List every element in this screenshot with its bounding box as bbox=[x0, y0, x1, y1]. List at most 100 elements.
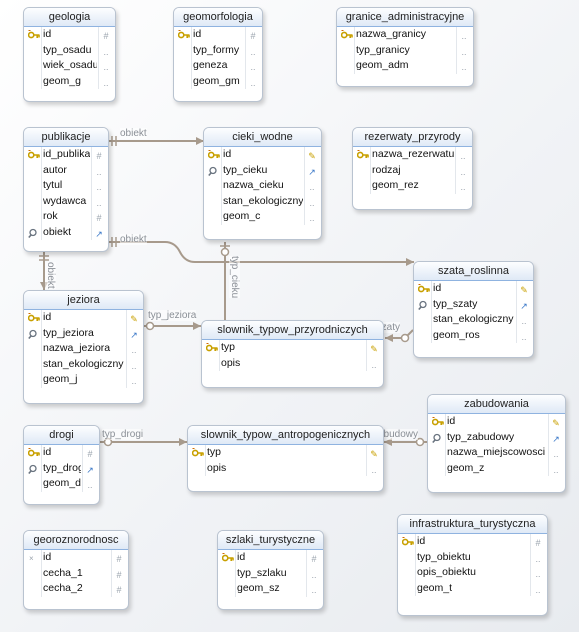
entity-title[interactable]: slownik_typow_przyrodniczych bbox=[202, 321, 383, 340]
entity-title[interactable]: geologia bbox=[24, 8, 115, 27]
column-row[interactable]: typ_zabudowy ↗ bbox=[428, 430, 565, 446]
entity-title[interactable]: szata_roslinna bbox=[414, 262, 533, 281]
column-row[interactable]: typ_szaty ↗ bbox=[414, 297, 533, 313]
column-name: geneza bbox=[193, 59, 228, 71]
column-name: rodzaj bbox=[372, 163, 401, 176]
column-list: id_publikacji#autor..tytul..wydawca..rok… bbox=[24, 147, 108, 240]
entity-title[interactable]: rezerwaty_przyrody bbox=[353, 128, 472, 147]
column-row[interactable]: typ_formy.. bbox=[174, 43, 262, 59]
column-row[interactable]: wiek_osadu.. bbox=[24, 58, 115, 74]
column-row[interactable]: geom_d.. bbox=[24, 476, 99, 492]
column-row[interactable]: obiekt ↗ bbox=[24, 225, 108, 241]
column-row[interactable]: id # bbox=[24, 27, 115, 43]
entity-title[interactable]: geomorfologia bbox=[174, 8, 262, 27]
column-row[interactable]: typ_granicy.. bbox=[337, 43, 473, 59]
entity-title[interactable]: jeziora bbox=[24, 291, 143, 310]
column-name: id bbox=[223, 148, 232, 160]
column-row[interactable]: geom_g.. bbox=[24, 74, 115, 90]
entity-szata-roslinna[interactable]: szata_roslinna id ✎ typ_szaty ↗ stan_ekologic… bbox=[413, 261, 534, 358]
column-row[interactable]: stan_ekologiczny.. bbox=[414, 312, 533, 328]
column-list: typ ✎ opis.. bbox=[202, 340, 383, 371]
column-row[interactable]: typ_cieku ↗ bbox=[204, 163, 321, 179]
column-row[interactable]: id ✎ bbox=[24, 310, 143, 326]
column-row[interactable]: wydawca.. bbox=[24, 194, 108, 210]
column-row[interactable]: typ_drogi↗ bbox=[24, 461, 99, 477]
entity-szlaki-turystyczne[interactable]: szlaki_turystyczne id # typ_szlaku.. geom_sz… bbox=[217, 530, 324, 610]
column-row[interactable]: id # bbox=[218, 550, 323, 566]
column-row[interactable]: opis.. bbox=[188, 461, 383, 477]
column-row[interactable]: geneza.. bbox=[174, 58, 262, 74]
entity-slownik-typow-przyrodniczych[interactable]: slownik_typow_przyrodniczych typ ✎ opis.. bbox=[201, 320, 384, 388]
column-name: geom_rez bbox=[372, 179, 419, 191]
column-row[interactable]: rodzaj.. bbox=[353, 163, 472, 179]
column-row[interactable]: id # bbox=[398, 534, 547, 550]
column-row[interactable]: geom_rez.. bbox=[353, 178, 472, 194]
column-name: typ_osadu bbox=[43, 43, 92, 56]
entity-slownik-typow-antropogenicznych[interactable]: slownik_typow_antropogenicznych typ ✎ opis.… bbox=[187, 425, 384, 492]
column-row[interactable]: nazwa_granicy.. bbox=[337, 27, 473, 43]
column-row[interactable]: typ_obiektu.. bbox=[398, 550, 547, 566]
entity-title[interactable]: infrastruktura_turystyczna bbox=[398, 515, 547, 534]
entity-drogi[interactable]: drogiid#typ_drogi↗geom_d.. bbox=[23, 425, 100, 505]
column-row[interactable]: cecha_1 # bbox=[24, 566, 128, 582]
column-row[interactable]: typ_jeziora ↗ bbox=[24, 326, 143, 342]
column-row[interactable]: id ✎ bbox=[428, 414, 565, 430]
column-row[interactable]: typ ✎ bbox=[188, 445, 383, 461]
entity-title[interactable]: cieki_wodne bbox=[204, 128, 321, 147]
column-row[interactable]: typ_osadu.. bbox=[24, 43, 115, 59]
column-row[interactable]: autor.. bbox=[24, 163, 108, 179]
column-row[interactable]: id ✎ bbox=[414, 281, 533, 297]
column-row[interactable]: nazwa_miejscowosci.. bbox=[428, 445, 565, 461]
entity-title[interactable]: slownik_typow_antropogenicznych bbox=[188, 426, 383, 445]
entity-title[interactable]: georoznorodnosc bbox=[24, 531, 128, 550]
entity-title[interactable]: szlaki_turystyczne bbox=[218, 531, 323, 550]
entity-publikacje[interactable]: publikacjeid_publikacji#autor..tytul..wy… bbox=[23, 127, 109, 252]
column-row[interactable]: id ✎ bbox=[204, 147, 321, 163]
column-name: nazwa_rezerwatu bbox=[372, 148, 454, 160]
entity-geomorfologia[interactable]: geomorfologia id # typ_formy.. geneza.. geom_… bbox=[173, 7, 263, 102]
column-row[interactable]: geom_j.. bbox=[24, 372, 143, 388]
column-row[interactable]: nazwa_cieku.. bbox=[204, 178, 321, 194]
entity-cieki-wodne[interactable]: cieki_wodne id ✎ typ_cieku ↗ nazwa_cieku.. sta… bbox=[203, 127, 322, 240]
entity-title[interactable]: publikacje bbox=[24, 128, 108, 147]
entity-zabudowania[interactable]: zabudowania id ✎ typ_zabudowy ↗ nazwa_miejsco… bbox=[427, 394, 566, 493]
entity-rezerwaty-przyrody[interactable]: rezerwaty_przyrody nazwa_rezerwatu.. rodza… bbox=[352, 127, 473, 210]
key-icon bbox=[206, 343, 218, 352]
entity-georoznorodnosc[interactable]: georoznorodnosc × id # cecha_1 # cecha_2 # bbox=[23, 530, 129, 610]
entity-title[interactable]: drogi bbox=[24, 426, 99, 445]
entity-granice-administracyjne[interactable]: granice_administracyjne nazwa_granicy.. ty… bbox=[336, 7, 474, 87]
column-row[interactable]: cecha_2 # bbox=[24, 581, 128, 597]
relation-end-circle bbox=[400, 333, 410, 343]
column-row[interactable]: stan_ekologiczny.. bbox=[24, 357, 143, 373]
entity-geologia[interactable]: geologia id # typ_osadu.. wiek_osadu.. geom_g… bbox=[23, 7, 116, 102]
column-row[interactable]: geom_adm.. bbox=[337, 58, 473, 74]
entity-title[interactable]: granice_administracyjne bbox=[337, 8, 473, 27]
entity-infrastruktura-turystyczna[interactable]: infrastruktura_turystyczna id # typ_obiektu… bbox=[397, 514, 548, 616]
column-list: id ✎ typ_cieku ↗ nazwa_cieku.. stan_ekologicz… bbox=[204, 147, 321, 225]
text-type-icon: .. bbox=[371, 359, 377, 370]
column-row[interactable]: typ_szlaku.. bbox=[218, 566, 323, 582]
foreign-key-icon bbox=[432, 433, 441, 443]
column-row[interactable]: typ ✎ bbox=[202, 340, 383, 356]
column-row[interactable]: nazwa_rezerwatu.. bbox=[353, 147, 472, 163]
column-row[interactable]: rok # bbox=[24, 209, 108, 225]
column-row[interactable]: geom_sz.. bbox=[218, 581, 323, 597]
column-row[interactable]: stan_ekologiczny.. bbox=[204, 194, 321, 210]
column-row[interactable]: geom_gm.. bbox=[174, 74, 262, 90]
column-row[interactable]: nazwa_jeziora.. bbox=[24, 341, 143, 357]
column-row[interactable]: tytul.. bbox=[24, 178, 108, 194]
entity-jeziora[interactable]: jeziora id ✎ typ_jeziora ↗ nazwa_jeziora.. sta… bbox=[23, 290, 144, 404]
column-name: wiek_osadu bbox=[43, 59, 97, 71]
column-row[interactable]: id # bbox=[24, 445, 99, 461]
entity-title[interactable]: zabudowania bbox=[428, 395, 565, 414]
column-row[interactable]: opis_obiektu.. bbox=[398, 565, 547, 581]
column-row[interactable]: geom_z.. bbox=[428, 461, 565, 477]
column-row[interactable]: id # bbox=[174, 27, 262, 43]
column-row[interactable]: geom_ros.. bbox=[414, 328, 533, 344]
column-row[interactable]: geom_c.. bbox=[204, 209, 321, 225]
column-row[interactable]: geom_t.. bbox=[398, 581, 547, 597]
column-row[interactable]: × id # bbox=[24, 550, 128, 566]
arrowhead-icon bbox=[179, 438, 187, 446]
column-row[interactable]: id_publikacji# bbox=[24, 147, 108, 163]
column-row[interactable]: opis.. bbox=[202, 356, 383, 372]
